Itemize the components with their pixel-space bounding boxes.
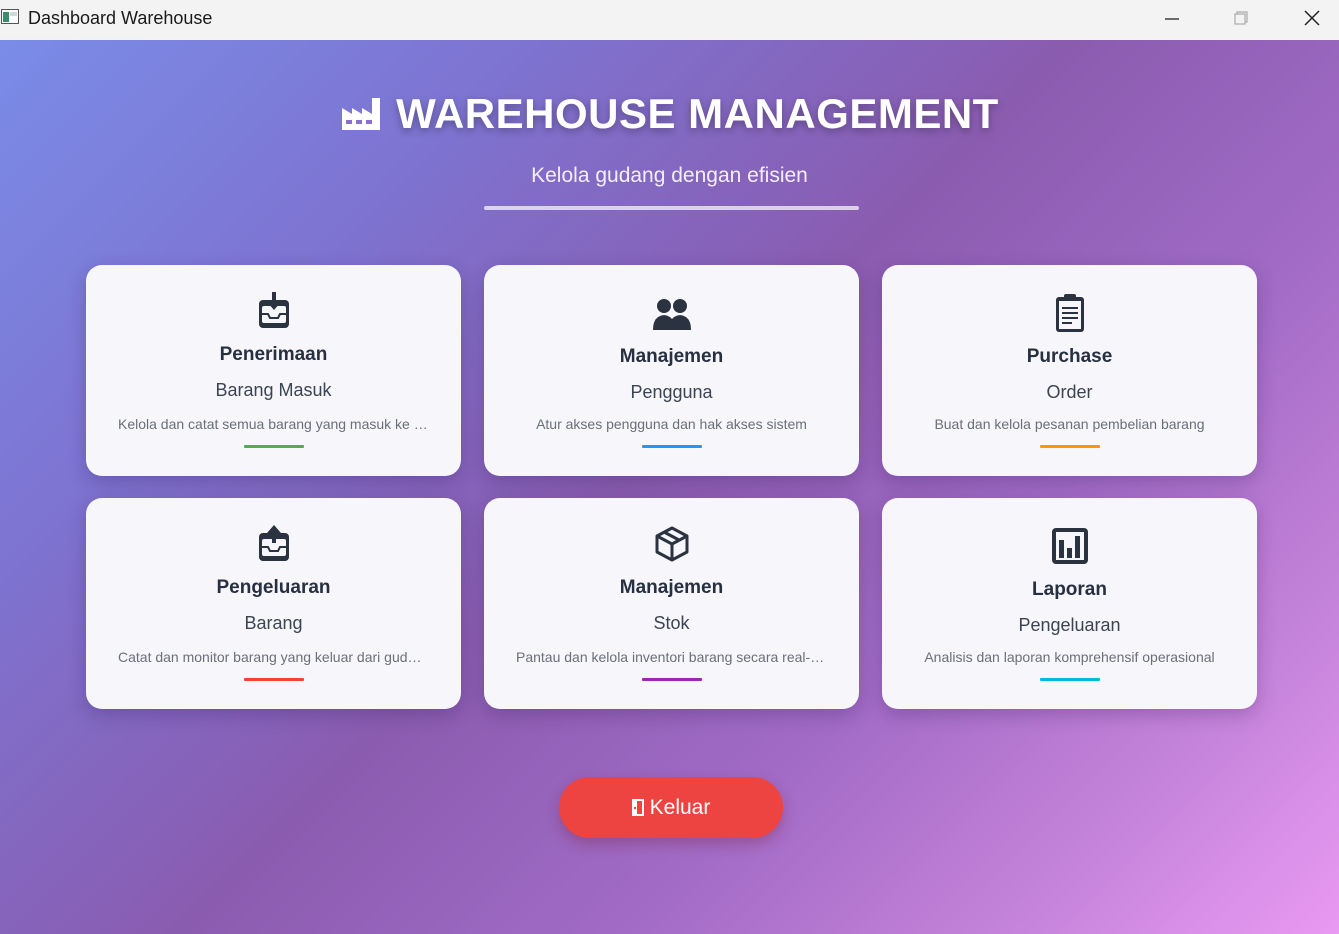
maximize-icon <box>1234 11 1248 25</box>
inbox-in-icon <box>258 292 289 328</box>
package-icon <box>655 526 688 562</box>
door-icon <box>631 799 644 816</box>
users-icon <box>652 299 691 330</box>
card-accent-line <box>642 678 702 681</box>
minimize-button[interactable] <box>1149 0 1195 36</box>
card-manajemen-stok[interactable]: Manajemen Stok Pantau dan kelola invento… <box>484 498 859 709</box>
page-heading: WAREHOUSE MANAGEMENT <box>0 90 1339 138</box>
logout-button[interactable]: Keluar <box>559 777 783 838</box>
window-title: Dashboard Warehouse <box>28 8 213 28</box>
clipboard-icon <box>1055 294 1084 332</box>
card-laporan-pengeluaran[interactable]: Laporan Pengeluaran Analisis dan laporan… <box>882 498 1257 709</box>
card-manajemen-pengguna[interactable]: Manajemen Pengguna Atur akses pengguna d… <box>484 265 859 476</box>
card-pengeluaran-barang[interactable]: Pengeluaran Barang Catat dan monitor bar… <box>86 498 461 709</box>
card-purchase-order[interactable]: Purchase Order Buat dan kelola pesanan p… <box>882 265 1257 476</box>
card-subtitle: Barang <box>244 613 303 633</box>
card-subtitle: Pengeluaran <box>1018 615 1121 635</box>
header-divider <box>484 206 859 210</box>
card-subtitle: Stok <box>653 613 690 633</box>
card-accent-line <box>244 678 304 681</box>
card-description: Pantau dan kelola inventori barang secar… <box>516 649 827 665</box>
card-accent-line <box>244 445 304 448</box>
card-penerimaan-barang-masuk[interactable]: Penerimaan Barang Masuk Kelola dan catat… <box>86 265 461 476</box>
close-icon <box>1304 10 1320 26</box>
card-title: Laporan <box>1032 579 1107 600</box>
minimize-icon <box>1165 18 1179 20</box>
card-accent-line <box>642 445 702 448</box>
card-subtitle: Barang Masuk <box>215 380 332 400</box>
card-title: Purchase <box>1026 346 1113 367</box>
card-description: Atur akses pengguna dan hak akses sistem <box>536 416 807 432</box>
close-button[interactable] <box>1289 0 1335 36</box>
card-title: Manajemen <box>619 346 724 367</box>
card-description: Analisis dan laporan komprehensif operas… <box>924 649 1215 665</box>
dashboard-background: WAREHOUSE MANAGEMENT Kelola gudang denga… <box>0 40 1339 934</box>
card-subtitle: Order <box>1046 382 1093 402</box>
maximize-button[interactable] <box>1218 0 1264 36</box>
logout-label: Keluar <box>649 795 711 819</box>
card-accent-line <box>1040 678 1100 681</box>
card-title: Pengeluaran <box>216 577 331 598</box>
title-bar: Dashboard Warehouse <box>0 0 1339 40</box>
card-title: Penerimaan <box>219 344 328 365</box>
factory-icon <box>342 98 381 130</box>
page-title: WAREHOUSE MANAGEMENT <box>396 90 999 137</box>
page-subtitle: Kelola gudang dengan efisien <box>531 164 808 187</box>
app-icon <box>1 9 19 24</box>
card-accent-line <box>1040 445 1100 448</box>
card-subtitle: Pengguna <box>630 382 713 402</box>
card-title: Manajemen <box>619 577 724 598</box>
card-description: Buat dan kelola pesanan pembelian barang <box>934 416 1205 432</box>
card-description: Catat dan monitor barang yang keluar dar… <box>118 649 429 665</box>
card-description: Kelola dan catat semua barang yang masuk… <box>118 416 429 432</box>
bar-chart-icon <box>1051 528 1088 564</box>
inbox-out-icon <box>258 525 289 561</box>
